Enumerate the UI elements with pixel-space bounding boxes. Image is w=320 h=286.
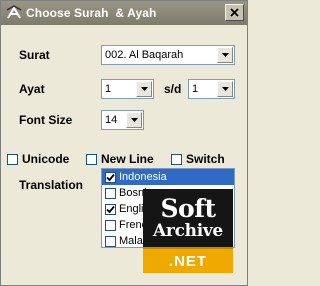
font-size-value: 14 bbox=[105, 114, 118, 126]
unicode-checkbox[interactable]: Unicode bbox=[7, 152, 69, 166]
list-item[interactable]: Indonesia bbox=[102, 169, 234, 185]
chevron-down-icon[interactable] bbox=[217, 81, 233, 97]
unicode-label: Unicode bbox=[22, 152, 70, 166]
sd-label: s/d bbox=[164, 82, 182, 96]
switch-check-box[interactable] bbox=[171, 153, 182, 165]
list-item-label: Indonesia bbox=[119, 171, 167, 183]
translation-label: Translation bbox=[19, 178, 84, 192]
watermark-net-text: .NET bbox=[143, 247, 233, 273]
check-box[interactable] bbox=[105, 171, 116, 183]
window-title: Choose Surah & Ayah bbox=[26, 6, 157, 20]
surat-value: 002. Al Baqarah bbox=[105, 49, 184, 61]
choose-surah-dialog: Choose Surah & Ayah Surat 002. Al Baqara… bbox=[0, 0, 248, 286]
ayat-from-select[interactable]: 1 bbox=[101, 79, 154, 99]
checkmark-icon bbox=[106, 205, 115, 213]
font-size-select[interactable]: 14 bbox=[101, 110, 144, 130]
watermark-archive-text: Archive bbox=[153, 221, 223, 241]
switch-checkbox[interactable]: Switch bbox=[171, 152, 225, 166]
chevron-down-icon[interactable] bbox=[126, 112, 142, 128]
font-size-label: Font Size bbox=[19, 113, 73, 127]
close-button[interactable] bbox=[225, 4, 244, 21]
watermark-soft-text: Soft bbox=[160, 194, 216, 223]
ayat-to-value: 1 bbox=[192, 83, 199, 95]
check-box[interactable] bbox=[105, 187, 116, 199]
chevron-down-icon[interactable] bbox=[217, 47, 233, 63]
check-box[interactable] bbox=[105, 219, 116, 231]
chevron-down-icon[interactable] bbox=[136, 81, 152, 97]
newline-checkbox[interactable]: New Line bbox=[86, 152, 154, 166]
surat-label: Surat bbox=[19, 48, 50, 62]
checkmark-icon bbox=[106, 173, 115, 181]
watermark-logo: Soft Archive bbox=[143, 189, 233, 247]
switch-label: Switch bbox=[186, 152, 225, 166]
unicode-check-box[interactable] bbox=[7, 153, 18, 165]
ayat-from-value: 1 bbox=[105, 83, 112, 95]
close-icon bbox=[230, 8, 239, 17]
surat-select[interactable]: 002. Al Baqarah bbox=[101, 45, 235, 65]
check-box[interactable] bbox=[105, 235, 116, 247]
ayat-to-select[interactable]: 1 bbox=[188, 79, 235, 99]
ayat-label: Ayat bbox=[19, 82, 45, 96]
softarchive-watermark: Soft Archive .NET bbox=[143, 189, 233, 273]
newline-label: New Line bbox=[101, 152, 154, 166]
title-bar[interactable]: Choose Surah & Ayah bbox=[1, 1, 247, 25]
check-box[interactable] bbox=[105, 203, 116, 215]
app-icon bbox=[6, 5, 22, 19]
newline-check-box[interactable] bbox=[86, 153, 97, 165]
